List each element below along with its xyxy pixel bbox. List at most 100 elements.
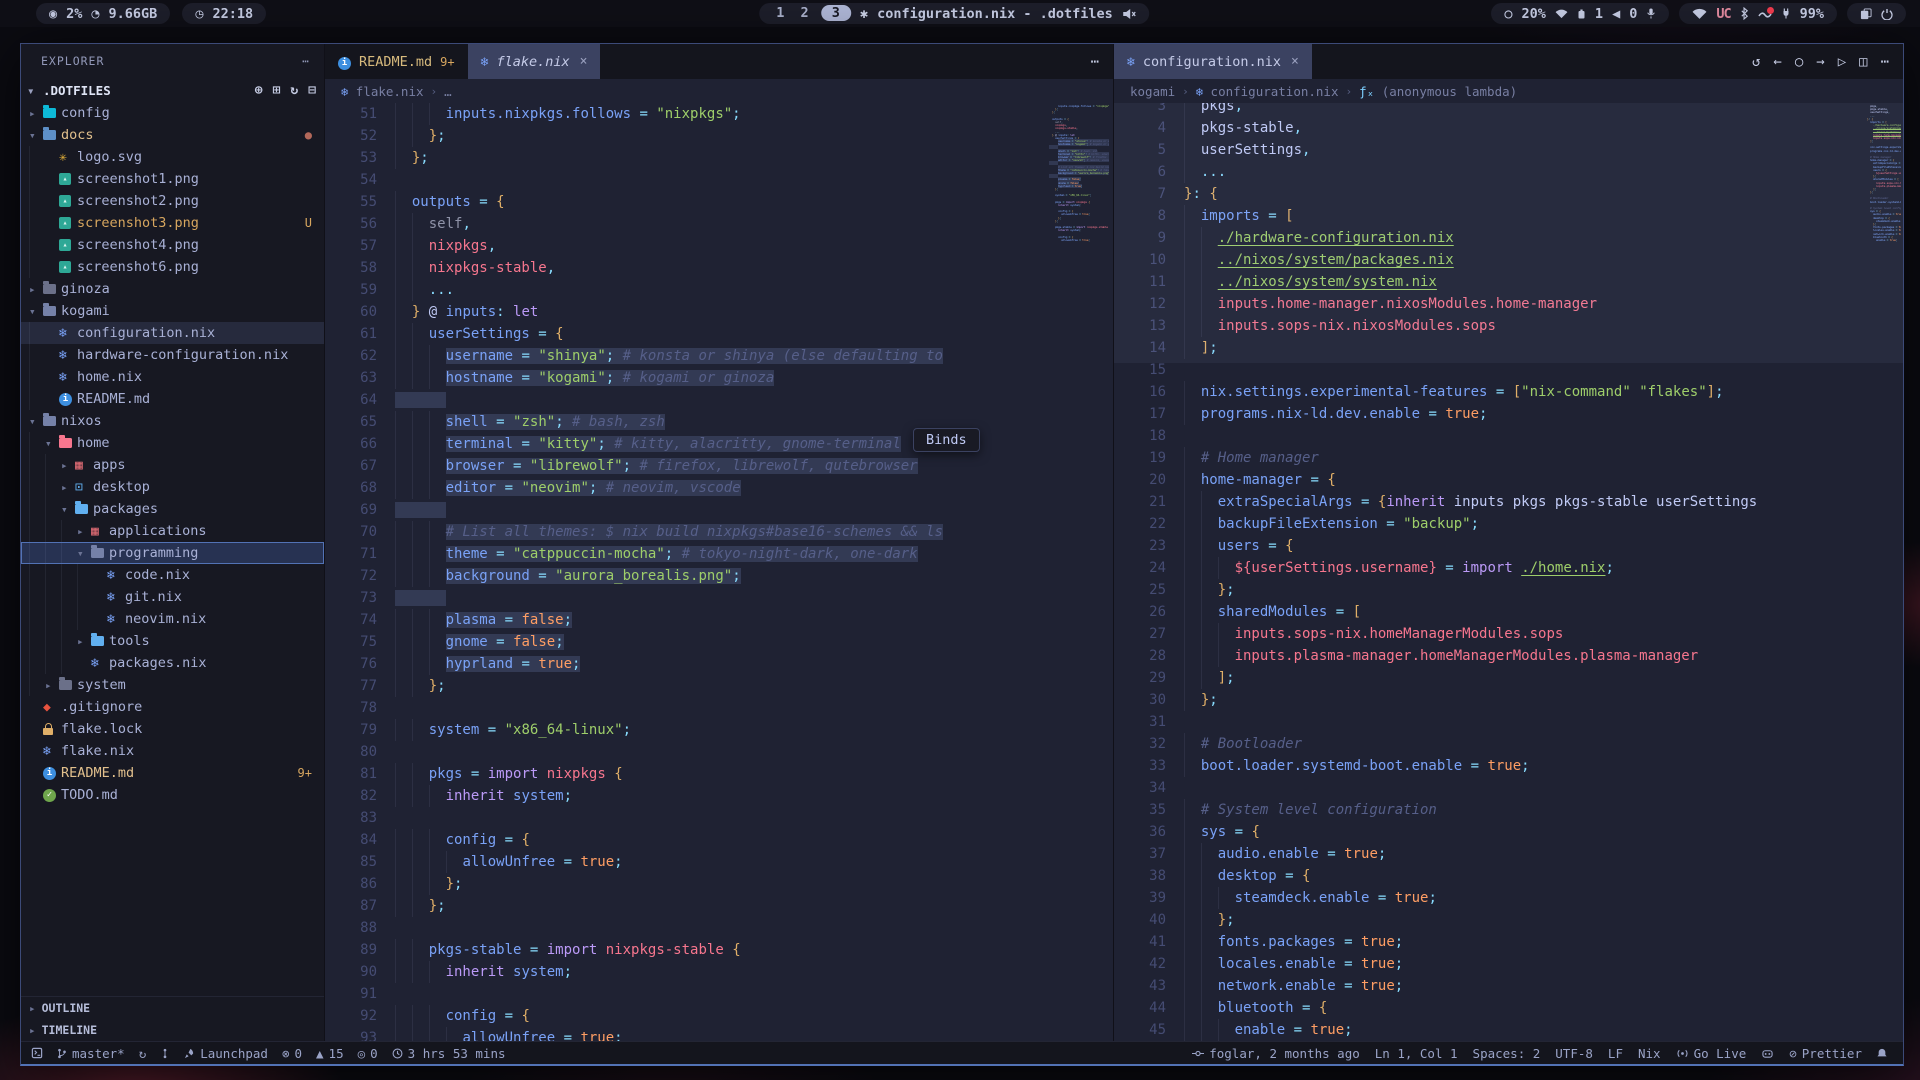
tree-item-home-nix[interactable]: ❄home.nix	[21, 366, 324, 388]
outline-panel-header[interactable]: ▸ OUTLINE	[21, 997, 324, 1019]
code-line-84[interactable]: 84 config = {	[325, 829, 1113, 851]
tree-item-screenshot3-png[interactable]: ▴screenshot3.pngU	[21, 212, 324, 234]
status-item-master[interactable]: master*	[57, 1046, 125, 1061]
nav-back-icon[interactable]: ←	[1773, 54, 1781, 70]
breadcrumb-item-kogami[interactable]: kogami	[1130, 84, 1175, 99]
code-line-75[interactable]: 75 gnome = false;	[325, 631, 1113, 653]
tree-item-desktop[interactable]: ▸⊡desktop	[21, 476, 324, 498]
code-line-43[interactable]: 43 network.enable = true;	[1114, 975, 1903, 997]
tree-item-hardware-configuration-nix[interactable]: ❄hardware-configuration.nix	[21, 344, 324, 366]
tree-item-screenshot2-png[interactable]: ▴screenshot2.png	[21, 190, 324, 212]
status-item-ln-1-col-1[interactable]: Ln 1, Col 1	[1375, 1046, 1458, 1061]
code-line-63[interactable]: 63 hostname = "kogami"; # kogami or gino…	[325, 367, 1113, 389]
code-line-66[interactable]: 66 terminal = "kitty"; # kitty, alacritt…	[325, 433, 1113, 455]
tree-item-logo-svg[interactable]: ✳logo.svg	[21, 146, 324, 168]
code-line-76[interactable]: 76 hyprland = true;	[325, 653, 1113, 675]
connectivity-widget[interactable]: UC 99%	[1679, 3, 1837, 24]
tree-item-flake-lock[interactable]: flake.lock	[21, 718, 324, 740]
breadcrumb-item-configuration-nix[interactable]: ❄ configuration.nix	[1196, 84, 1339, 99]
code-line-22[interactable]: 22 backupFileExtension = "backup";	[1114, 513, 1903, 535]
code-line-81[interactable]: 81 pkgs = import nixpkgs {	[325, 763, 1113, 785]
code-line-28[interactable]: 28 inputs.plasma-manager.homeManagerModu…	[1114, 645, 1903, 667]
code-line-67[interactable]: 67 browser = "librewolf"; # firefox, lib…	[325, 455, 1113, 477]
explorer-more-actions-icon[interactable]: ⋯	[302, 54, 310, 68]
code-line-61[interactable]: 61 userSettings = {	[325, 323, 1113, 345]
code-line-23[interactable]: 23 users = {	[1114, 535, 1903, 557]
status-item-0[interactable]: ⊗0	[282, 1046, 302, 1061]
code-line-73[interactable]: 73	[325, 587, 1113, 609]
code-line-91[interactable]: 91	[325, 983, 1113, 1005]
code-line-38[interactable]: 38 desktop = {	[1114, 865, 1903, 887]
code-line-42[interactable]: 42 locales.enable = true;	[1114, 953, 1903, 975]
tree-item-gitignore[interactable]: ◆.gitignore	[21, 696, 324, 718]
code-line-88[interactable]: 88	[325, 917, 1113, 939]
code-line-31[interactable]: 31	[1114, 711, 1903, 733]
code-line-90[interactable]: 90 inherit system;	[325, 961, 1113, 983]
code-line-34[interactable]: 34	[1114, 777, 1903, 799]
code-line-20[interactable]: 20 home-manager = {	[1114, 469, 1903, 491]
split-editor-icon[interactable]: ◫	[1859, 54, 1867, 70]
code-line-60[interactable]: 60 } @ inputs: let	[325, 301, 1113, 323]
workspace-3[interactable]: 3	[821, 5, 851, 21]
status-item-sync-icon[interactable]: ↻	[139, 1046, 147, 1061]
status-item-source-control-icon[interactable]	[160, 1047, 170, 1060]
mute-icon[interactable]	[1122, 8, 1136, 20]
tree-item-readme-md[interactable]: iREADME.md	[21, 388, 324, 410]
session-widget[interactable]	[1847, 3, 1906, 24]
code-line-70[interactable]: 70 # List all themes: $ nix build nixpkg…	[325, 521, 1113, 543]
code-line-58[interactable]: 58 nixpkgs-stable,	[325, 257, 1113, 279]
tree-item-tools[interactable]: ▸tools	[21, 630, 324, 652]
code-line-35[interactable]: 35 # System level configuration	[1114, 799, 1903, 821]
code-line-93[interactable]: 93 allowUnfree = true;	[325, 1027, 1113, 1041]
code-line-69[interactable]: 69	[325, 499, 1113, 521]
code-line-78[interactable]: 78	[325, 697, 1113, 719]
code-line-62[interactable]: 62 username = "shinya"; # konsta or shin…	[325, 345, 1113, 367]
code-line-87[interactable]: 87 };	[325, 895, 1113, 917]
code-line-37[interactable]: 37 audio.enable = true;	[1114, 843, 1903, 865]
status-item-utf-8[interactable]: UTF-8	[1555, 1046, 1593, 1061]
clock-widget[interactable]: ◷ 22:18	[182, 3, 266, 24]
tree-item-configuration-nix[interactable]: ❄configuration.nix	[21, 322, 324, 344]
workspace-root[interactable]: ▾ .DOTFILES ⊕⊞↻⊟	[21, 78, 324, 102]
editor-flake-nix[interactable]: 51 inputs.nixpkgs.follows = "nixpkgs";52…	[325, 103, 1113, 1041]
tree-item-system[interactable]: ▸system	[21, 674, 324, 696]
tree-item-readme-md[interactable]: iREADME.md9+	[21, 762, 324, 784]
status-item-remote-window-icon[interactable]	[31, 1047, 43, 1059]
code-line-40[interactable]: 40 };	[1114, 909, 1903, 931]
status-item-3-hrs-53-mins[interactable]: 3 hrs 53 mins	[392, 1046, 506, 1061]
tree-item-packages-nix[interactable]: ❄packages.nix	[21, 652, 324, 674]
code-line-25[interactable]: 25 };	[1114, 579, 1903, 601]
code-line-65[interactable]: 65 shell = "zsh"; # bash, zsh	[325, 411, 1113, 433]
code-line-74[interactable]: 74 plasma = false;	[325, 609, 1113, 631]
timeline-icon[interactable]: ↺	[1752, 54, 1760, 70]
code-line-30[interactable]: 30 };	[1114, 689, 1903, 711]
status-item-copilot-icon[interactable]	[1761, 1048, 1774, 1059]
workspace-1[interactable]: 1	[772, 5, 788, 21]
tree-item-ginoza[interactable]: ▸ginoza	[21, 278, 324, 300]
code-line-19[interactable]: 19 # Home manager	[1114, 447, 1903, 469]
code-line-56[interactable]: 56 self,	[325, 213, 1113, 235]
workspace-2[interactable]: 2	[797, 5, 813, 21]
code-line-71[interactable]: 71 theme = "catppuccin-mocha"; # tokyo-n…	[325, 543, 1113, 565]
code-line-44[interactable]: 44 bluetooth = {	[1114, 997, 1903, 1019]
more-actions-icon[interactable]: ⋯	[1881, 54, 1889, 70]
code-line-51[interactable]: 51 inputs.nixpkgs.follows = "nixpkgs";	[325, 103, 1113, 125]
code-line-29[interactable]: 29 ];	[1114, 667, 1903, 689]
status-item-go-live[interactable]: Go Live	[1676, 1046, 1747, 1061]
tab-readme-md[interactable]: iREADME.md9+	[325, 44, 468, 79]
tab-flake-nix[interactable]: ❄flake.nix×	[468, 44, 601, 79]
tree-item-home[interactable]: ▾home	[21, 432, 324, 454]
nav-dot-icon[interactable]: ○	[1795, 54, 1803, 70]
tree-item-programming[interactable]: ▾programming	[21, 542, 324, 564]
code-line-33[interactable]: 33 boot.loader.systemd-boot.enable = tru…	[1114, 755, 1903, 777]
code-line-89[interactable]: 89 pkgs-stable = import nixpkgs-stable {	[325, 939, 1113, 961]
tree-item-neovim-nix[interactable]: ❄neovim.nix	[21, 608, 324, 630]
code-line-68[interactable]: 68 editor = "neovim"; # neovim, vscode	[325, 477, 1113, 499]
tree-item-git-nix[interactable]: ❄git.nix	[21, 586, 324, 608]
code-line-92[interactable]: 92 config = {	[325, 1005, 1113, 1027]
status-item-launchpad[interactable]: Launchpad	[184, 1046, 268, 1061]
code-line-85[interactable]: 85 allowUnfree = true;	[325, 851, 1113, 873]
code-line-18[interactable]: 18	[1114, 425, 1903, 447]
code-line-77[interactable]: 77 };	[325, 675, 1113, 697]
code-line-39[interactable]: 39 steamdeck.enable = true;	[1114, 887, 1903, 909]
